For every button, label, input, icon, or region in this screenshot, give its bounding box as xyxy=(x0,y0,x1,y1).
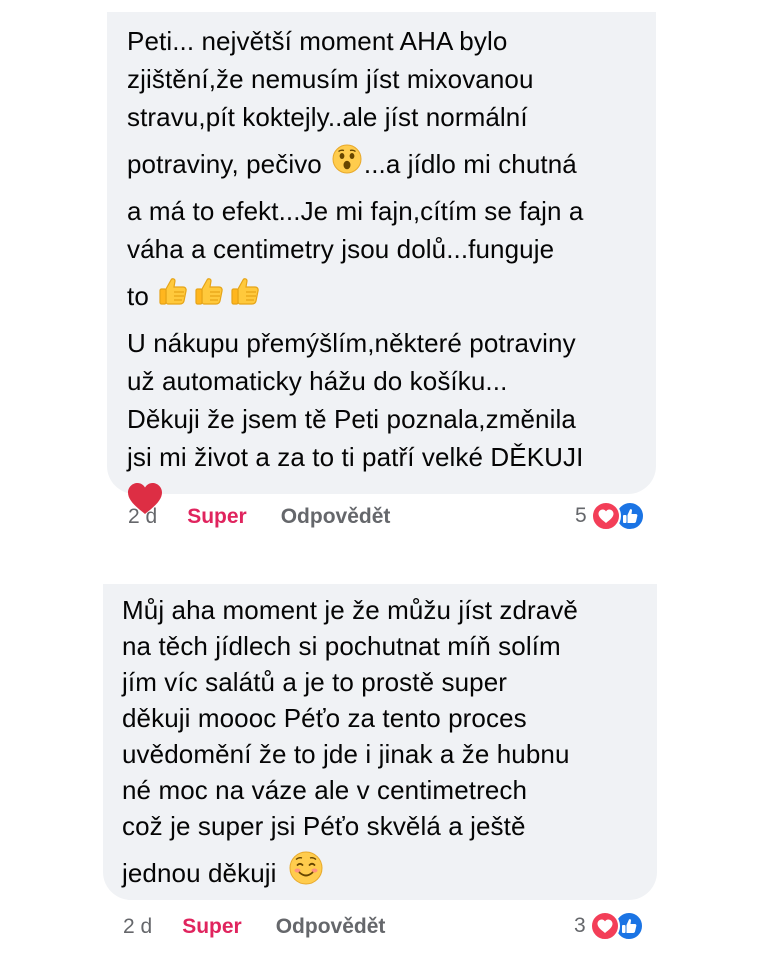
comment-text-line: stravu,pít koktejly..ale jíst normální xyxy=(127,102,528,132)
love-icon xyxy=(589,911,620,941)
comment-text-line: potraviny, pečivo ...a jídlo mi chutná xyxy=(127,136,642,192)
comment-text-line: zjištění,že nemusím jíst mixovanou xyxy=(127,64,534,94)
comment-text-segment: ...a jídlo mi chutná xyxy=(363,149,577,179)
thumbs-up-icon xyxy=(157,275,189,317)
comment-text-line: jednou děkuji xyxy=(122,844,643,902)
comment-text-line: na těch jídlech si pochutnat míň solím xyxy=(122,631,561,661)
comment-text-line: Děkuji že jsem tě Peti poznala,změnila xyxy=(127,404,576,434)
comment-timestamp[interactable]: 2 d xyxy=(128,505,157,529)
thumbs-up-icon xyxy=(193,275,225,317)
love-icon xyxy=(590,501,621,531)
comment-text-line: to xyxy=(127,268,642,324)
comment-text-line: uvědomění že to jde i jinak a že hubnu xyxy=(122,739,570,769)
comment-text-segment: potraviny, pečivo xyxy=(127,149,322,179)
comment-actions-1: 2 d Super Odpovědět xyxy=(128,502,390,532)
comment-text-segment: jednou děkuji xyxy=(122,858,277,888)
reaction-count: 5 xyxy=(575,504,587,527)
comment-text-line: váha a centimetry jsou dolů...funguje xyxy=(127,234,555,264)
reaction-count: 3 xyxy=(574,914,586,937)
comment-actions-2: 2 d Super Odpovědět xyxy=(123,912,385,942)
comment-text-line: jsi mi život a za to ti patří velké DĚKU… xyxy=(127,442,584,472)
smiling-face-icon xyxy=(289,851,323,895)
react-button[interactable]: Super xyxy=(187,505,247,529)
comment-text-line: děkuji moooc Péťo za tento proces xyxy=(122,703,527,733)
comment-text-line: jím víc salátů a je to prostě super xyxy=(122,667,508,697)
comment-text-line: což je super jsi Péťo skvělá a ještě xyxy=(122,811,526,841)
reply-button[interactable]: Odpovědět xyxy=(276,915,386,939)
comment-text-line: Můj aha moment je že můžu jíst zdravě xyxy=(122,595,578,625)
react-button[interactable]: Super xyxy=(182,915,242,939)
reaction-summary-2[interactable]: 3 xyxy=(574,910,644,942)
comment-bubble-1: Peti... největší moment AHA bylo zjištěn… xyxy=(107,12,656,514)
astonished-face-icon xyxy=(332,144,362,184)
comment-bubble-2: Můj aha moment je že můžu jíst zdravě na… xyxy=(103,584,657,900)
reply-button[interactable]: Odpovědět xyxy=(281,505,391,529)
comment-text-line: a má to efekt...Je mi fajn,cítím se fajn… xyxy=(127,196,584,226)
reaction-summary-1[interactable]: 5 xyxy=(575,500,645,532)
comment-text-line: U nákupu přemýšlím,některé potraviny xyxy=(127,328,576,358)
comment-text-line: Peti... největší moment AHA bylo xyxy=(127,26,508,56)
comment-timestamp[interactable]: 2 d xyxy=(123,915,152,939)
comment-text-segment: to xyxy=(127,281,149,311)
comment-text-line: né moc na váze ale v centimetrech xyxy=(122,775,528,805)
thumbs-up-icon xyxy=(229,275,261,317)
comment-text-line: už automaticky hážu do košíku... xyxy=(127,366,508,396)
